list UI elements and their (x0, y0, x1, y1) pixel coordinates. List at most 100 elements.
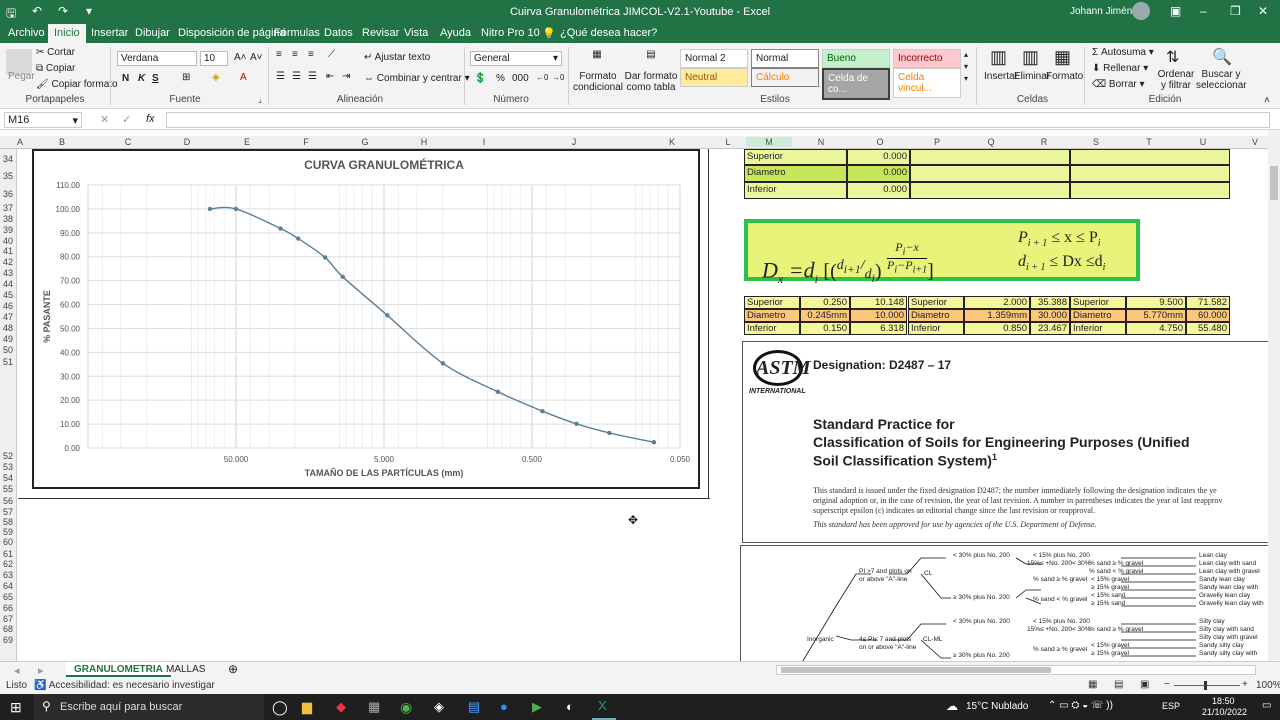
style-neutral[interactable]: Neutral (680, 68, 748, 87)
interp-value-cell[interactable]: 0.850 (964, 322, 1030, 335)
app-icon[interactable]: ◈ (434, 699, 444, 715)
tell-me-search[interactable]: ¿Qué desea hacer? (560, 27, 657, 39)
minimize-icon[interactable]: – (1200, 4, 1207, 18)
insert-cells-button[interactable]: Insertar (984, 71, 1018, 82)
table-format-button[interactable]: Dar formato como tabla (624, 71, 678, 93)
taskbar-search-box[interactable]: ⚲ Escribe aquí para buscar (34, 694, 264, 720)
bold-button[interactable]: N (122, 73, 129, 84)
column-header[interactable]: R (1018, 137, 1070, 147)
empty-cell[interactable] (910, 165, 1070, 182)
tab-disposicion[interactable]: Disposición de página (178, 27, 286, 39)
sort-filter-button[interactable]: Ordenar y filtrar (1156, 69, 1196, 91)
tab-ayuda[interactable]: Ayuda (440, 27, 471, 39)
zoom-level[interactable]: 100% (1256, 680, 1280, 691)
interp-value-cell[interactable]: 60.000 (1186, 309, 1230, 322)
align-top-icon[interactable]: ≡ (276, 49, 282, 60)
row-header[interactable]: 55 (0, 484, 16, 494)
row-header[interactable]: 68 (0, 624, 16, 634)
interp-value-cell[interactable]: 6.318 (850, 322, 907, 335)
interp-value-cell[interactable]: 55.480 (1186, 322, 1230, 335)
label-cell[interactable]: Superior (744, 149, 847, 165)
row-header[interactable]: 34 (0, 154, 16, 164)
insert-cells-icon[interactable]: ▥ (990, 47, 1007, 68)
sheet-tab-mallas[interactable]: MALLAS (166, 664, 205, 675)
tab-archivo[interactable]: Archivo (8, 27, 45, 39)
row-header[interactable]: 64 (0, 581, 16, 591)
tab-inicio[interactable]: Inicio (48, 24, 86, 43)
row-header[interactable]: 36 (0, 189, 16, 199)
row-header[interactable]: 67 (0, 614, 16, 624)
interp-value-cell[interactable]: 23.467 (1030, 322, 1070, 335)
column-header[interactable]: O (850, 137, 910, 147)
fx-icon[interactable]: fx (146, 113, 155, 125)
row-header[interactable]: 69 (0, 635, 16, 645)
zoom-icon[interactable]: ● (500, 699, 508, 714)
close-icon[interactable]: ✕ (1258, 4, 1268, 18)
row-header[interactable]: 47 (0, 312, 16, 322)
zoom-slider[interactable] (1174, 685, 1240, 686)
chrome-icon[interactable]: ◉ (400, 699, 412, 716)
language-indicator[interactable]: ESP (1162, 701, 1180, 711)
normal-view-icon[interactable]: ▦ (1088, 679, 1097, 690)
interp-value-cell[interactable]: 0.250 (800, 296, 850, 309)
row-header[interactable]: 54 (0, 473, 16, 483)
style-incorrecto[interactable]: Incorrecto (893, 49, 961, 68)
tab-datos[interactable]: Datos (324, 27, 353, 39)
interp-value-cell[interactable]: 4.750 (1126, 322, 1186, 335)
interp-value-cell[interactable]: 71.582 (1186, 296, 1230, 309)
fill-color-icon[interactable]: ◈ (212, 72, 220, 83)
increase-indent-icon[interactable]: ⇥ (342, 71, 350, 82)
interp-label-cell[interactable]: Superior (744, 296, 800, 309)
interp-value-cell[interactable]: 5.770mm (1126, 309, 1186, 322)
column-header[interactable]: K (634, 137, 710, 147)
styles-scroll-icon[interactable]: ▴ ▾ ▾ (964, 49, 968, 85)
column-header[interactable]: E (218, 137, 276, 147)
app-icon[interactable]: ◐ (566, 699, 574, 714)
column-header[interactable]: G (336, 137, 394, 147)
interp-value-cell[interactable]: 1.359mm (964, 309, 1030, 322)
row-header[interactable]: 41 (0, 246, 16, 256)
windows-start-icon[interactable]: ⊞ (10, 699, 22, 716)
prev-sheet-icon[interactable]: ◂ (14, 664, 20, 677)
align-left-icon[interactable]: ☰ (276, 71, 285, 82)
copy-button[interactable]: ⧉ Copiar (36, 63, 75, 74)
clock-time[interactable]: 18:50 (1212, 696, 1235, 706)
clock-date[interactable]: 21/10/2022 (1202, 707, 1247, 717)
font-size-select[interactable]: 10 (200, 51, 228, 66)
decrease-decimal-icon[interactable]: →0 (552, 73, 564, 82)
align-middle-icon[interactable]: ≡ (292, 49, 298, 60)
style-celda-comprobacion[interactable]: Celda de co... (822, 68, 890, 100)
empty-cell[interactable] (1070, 165, 1230, 182)
column-header[interactable]: N (792, 137, 850, 147)
add-sheet-icon[interactable]: ⊕ (228, 662, 238, 676)
file-explorer-icon[interactable]: ▆ (302, 699, 312, 715)
row-header[interactable]: 40 (0, 236, 16, 246)
clear-button[interactable]: ⌫ Borrar ▾ (1092, 79, 1145, 90)
row-header[interactable]: 48 (0, 323, 16, 333)
style-celda-vinculada[interactable]: Celda vincul... (893, 68, 961, 98)
interp-value-cell[interactable]: 9.500 (1126, 296, 1186, 309)
align-bottom-icon[interactable]: ≡ (308, 49, 314, 60)
column-header[interactable]: F (276, 137, 336, 147)
interp-value-cell[interactable]: 2.000 (964, 296, 1030, 309)
tab-insertar[interactable]: Insertar (91, 27, 128, 39)
row-header[interactable]: 52 (0, 451, 16, 461)
column-header[interactable]: T (1122, 137, 1176, 147)
row-header[interactable]: 60 (0, 537, 16, 547)
label-cell[interactable]: Diametro (744, 165, 847, 182)
delete-cells-icon[interactable]: ▥ (1022, 47, 1039, 68)
tray-icons[interactable]: ⌃ ▭ ⛭ ◒ ☏ )) (1048, 700, 1113, 711)
interp-value-cell[interactable]: 0.150 (800, 322, 850, 335)
zoom-out-icon[interactable]: − (1164, 679, 1170, 690)
grow-font-icon[interactable]: A˄ (234, 52, 247, 63)
page-break-icon[interactable]: ▣ (1140, 679, 1149, 690)
style-normal[interactable]: Normal (751, 49, 819, 68)
avatar[interactable] (1132, 2, 1150, 20)
interp-label-cell[interactable]: Inferior (908, 322, 964, 335)
orientation-icon[interactable]: ⟋ (328, 49, 335, 60)
fill-button[interactable]: ⬇ Rellenar ▾ (1092, 63, 1148, 74)
zoom-slider-thumb[interactable] (1204, 681, 1207, 690)
italic-button[interactable]: K (138, 73, 145, 84)
task-view-icon[interactable]: ◯ (272, 699, 288, 716)
column-header[interactable]: V (1240, 137, 1270, 147)
